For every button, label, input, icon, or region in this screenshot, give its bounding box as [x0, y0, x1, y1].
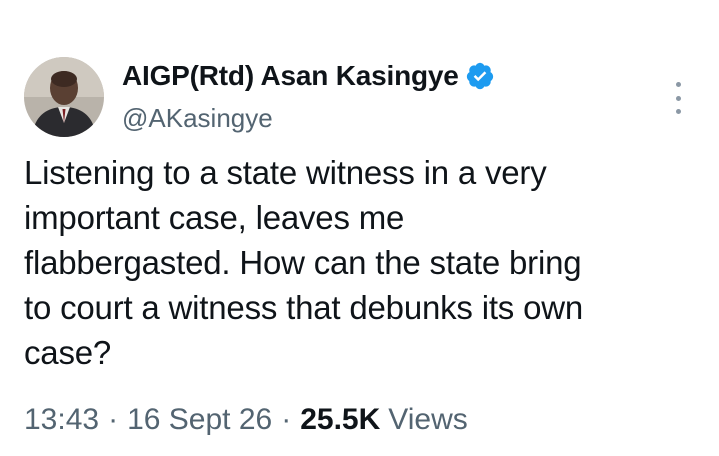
author-name-row: AIGP(Rtd) Asan Kasingye	[122, 58, 495, 94]
tweet-meta: 13:43 · 16 Sept 26 · 25.5K Views	[24, 403, 468, 437]
tweet-time[interactable]: 13:43	[24, 403, 99, 437]
author-handle[interactable]: @AKasingye	[122, 103, 273, 134]
avatar-image	[24, 57, 104, 137]
tweet-text-line: to court a witness that debunks its own	[24, 289, 584, 326]
tweet-text-line: Listening to a state witness in a very	[24, 154, 547, 191]
avatar[interactable]	[24, 57, 104, 137]
more-options-icon[interactable]	[668, 82, 688, 114]
verified-badge-icon	[465, 61, 495, 91]
tweet-text-line: case?	[24, 334, 112, 371]
tweet-text-line: important case, leaves me	[24, 199, 405, 236]
tweet-text: Listening to a state witness in a very i…	[24, 150, 704, 375]
more-dot	[675, 95, 681, 101]
more-dot	[675, 82, 681, 87]
tweet-date[interactable]: 16 Sept 26	[127, 403, 272, 437]
tweet-card: AIGP(Rtd) Asan Kasingye @AKasingye Liste…	[0, 0, 719, 456]
tweet-text-line: flabbergasted. How can the state bring	[24, 244, 582, 281]
meta-separator: ·	[108, 403, 119, 436]
meta-separator: ·	[281, 403, 292, 436]
author-display-name[interactable]: AIGP(Rtd) Asan Kasingye	[122, 60, 459, 92]
more-dot	[675, 109, 681, 114]
views-count[interactable]: 25.5K	[300, 403, 380, 437]
views-label: Views	[388, 403, 468, 436]
